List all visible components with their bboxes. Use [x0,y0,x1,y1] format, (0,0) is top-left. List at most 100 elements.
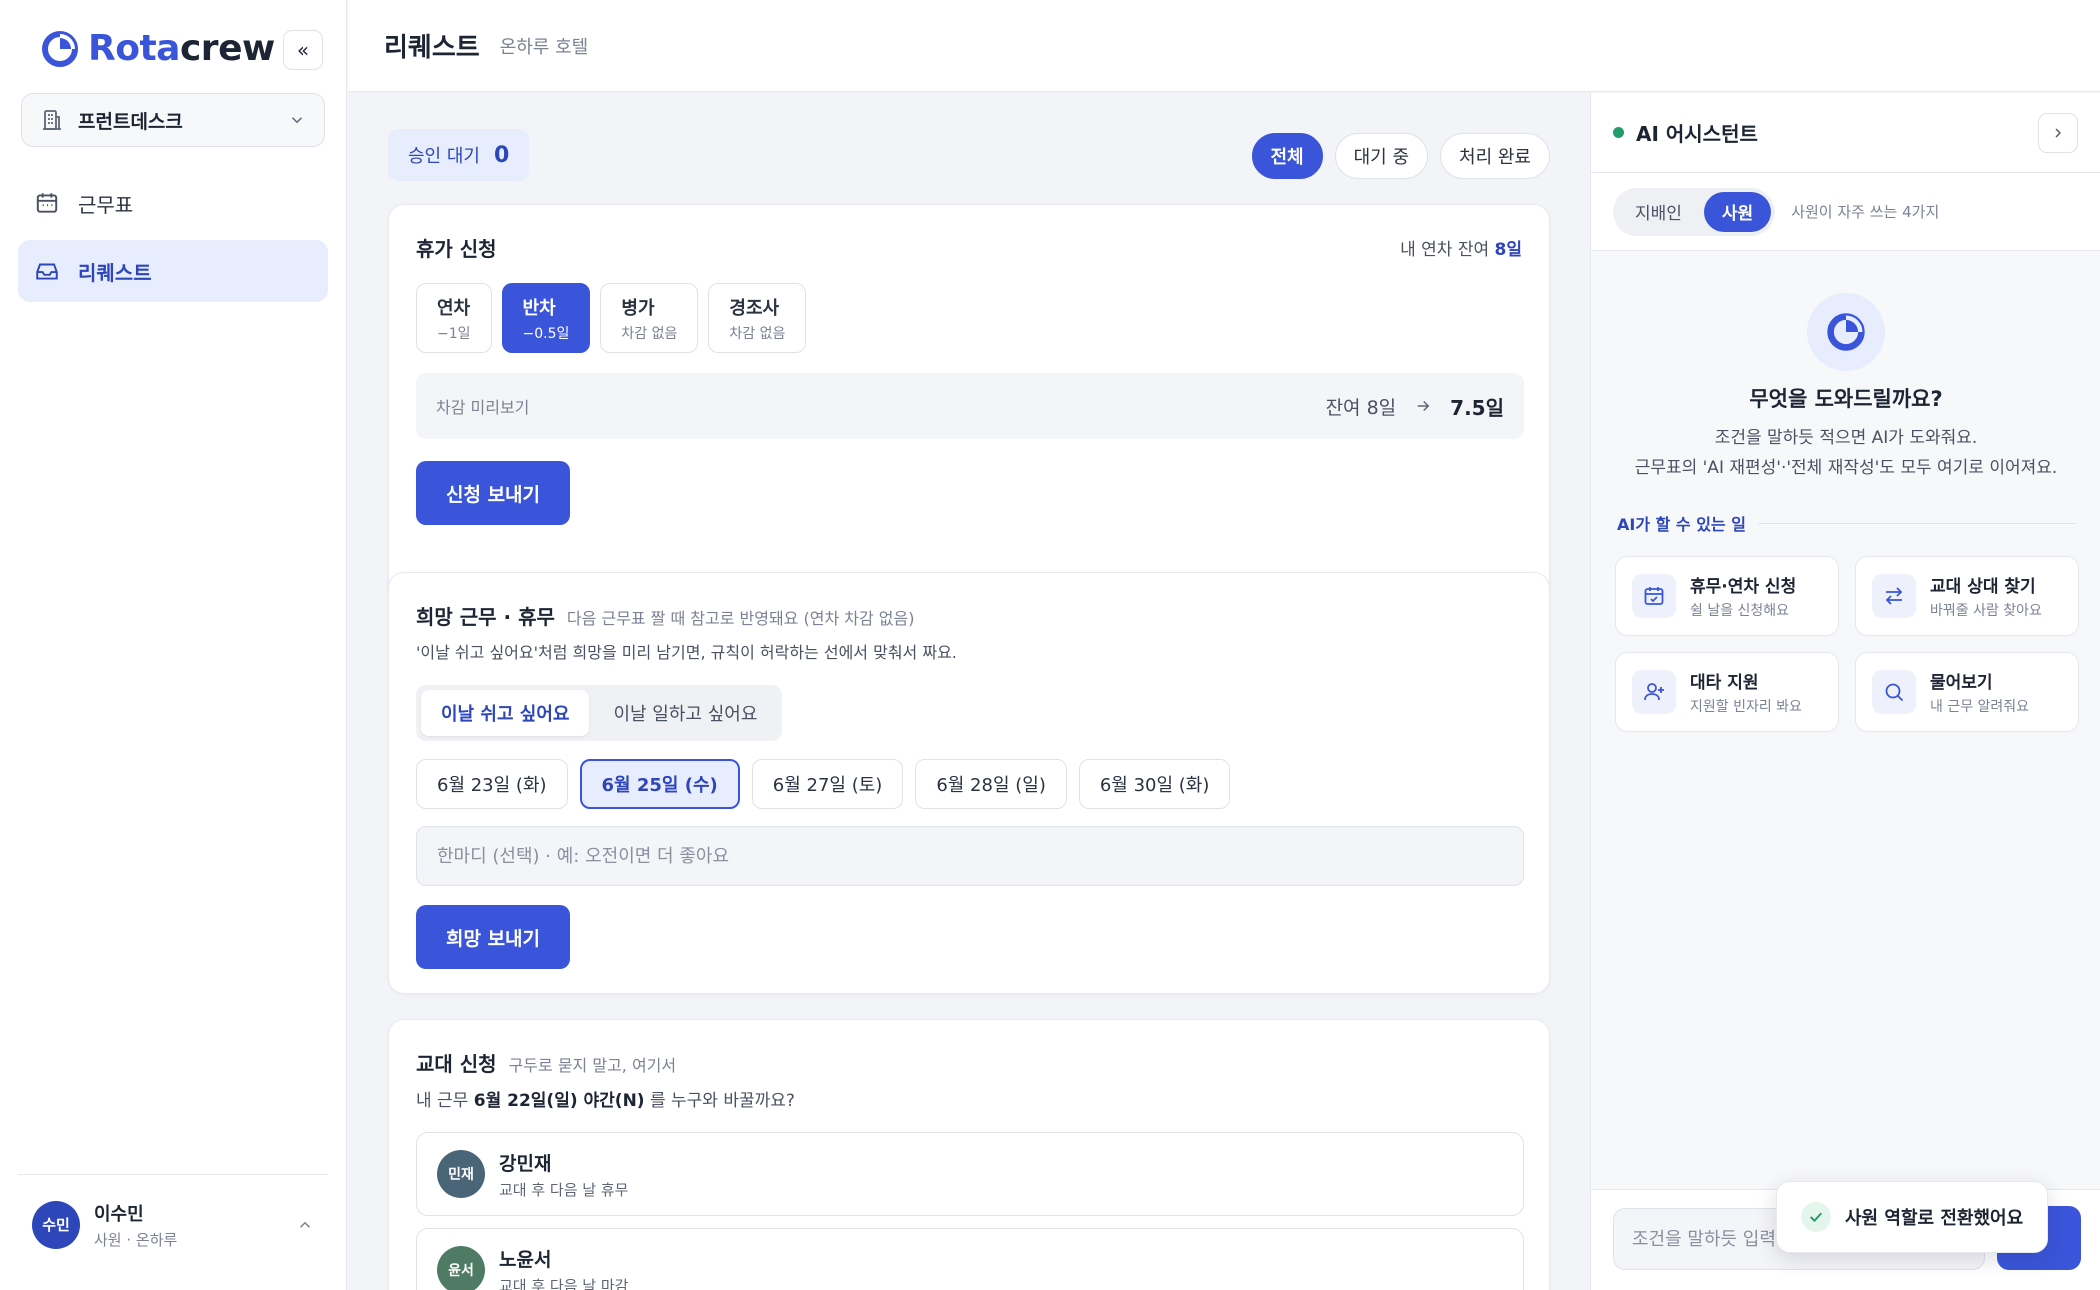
preview-label: 차감 미리보기 [436,398,530,417]
avatar: 민재 [437,1150,485,1198]
workspace-select[interactable]: 프런트데스크 [21,93,325,147]
status-filters: 전체 대기 중 처리 완료 [1251,133,1550,179]
preview-values: 잔여 8일 7.5일 [1325,395,1504,420]
swap-header: 교대 신청 구두로 묻지 말고, 여기서 [416,1048,676,1077]
pref-header: 희망 근무 · 휴무 다음 근무표 짤 때 참고로 반영돼요 (연차 차감 없음… [416,601,914,630]
candidate-name: 노윤서 [499,1248,552,1271]
calendar-icon [36,193,58,213]
date-chip[interactable]: 6월 30일 (화) [1078,759,1231,809]
ai-header: AI 어시스턴트 [1591,93,2100,173]
mode-day-off[interactable]: 이날 쉬고 싶어요 [421,690,590,736]
filter-pending[interactable]: 대기 중 [1334,133,1429,179]
user-name: 이수민 [94,1203,144,1225]
sidebar: Rotacrew « 프런트데스크 근무표 리퀘스트 수민 이수민 사원 · 온… [0,0,347,1290]
arrow-right-icon [1417,400,1430,412]
ai-assistant-panel: AI 어시스턴트 지배인 사원 사원이 자주 쓰는 4가지 무엇을 도와드릴까요… [1590,93,2100,1290]
role-bar: 지배인 사원 사원이 자주 쓰는 4가지 [1591,173,2100,251]
pref-mode-toggle: 이날 쉬고 싶어요 이날 일하고 싶어요 [416,685,783,741]
user-plus-icon [1644,683,1664,701]
leave-balance: 내 연차 잔여 8일 [1400,240,1522,260]
logo[interactable]: Rotacrew [40,28,275,69]
date-chip[interactable]: 6월 23일 (화) [416,759,568,809]
leave-type-half[interactable]: 반차 −0.5일 [501,283,591,353]
main-content: 승인 대기 0 전체 대기 중 처리 완료 휴가 신청 내 연차 잔여 8일 연… [348,93,1590,1290]
pref-dates: 6월 23일 (화) 6월 25일 (수) 6월 27일 (토) 6월 28일 … [416,759,1231,809]
ai-description: 조건을 말하듯 적으면 AI가 도와줘요. 근무표의 'AI 재편성'·'전체 … [1634,428,2058,478]
send-preference-button[interactable]: 희망 보내기 [416,905,571,969]
swap-candidate[interactable]: 윤서 노윤서 교대 후 다음 날 마감 [416,1228,1524,1290]
ai-title: AI 어시스턴트 [1636,122,1758,146]
comment-input[interactable] [416,826,1524,886]
pending-label: 승인 대기 [408,146,480,167]
divider [1757,522,2075,524]
tile-leave-request[interactable]: 휴무·연차 신청 쉴 날을 신청해요 [1615,556,1839,636]
role-staff[interactable]: 사원 [1703,191,1772,232]
tile-cover-shift[interactable]: 대타 지원 지원할 빈자리 봐요 [1615,652,1839,732]
role-manager[interactable]: 지배인 [1617,192,1700,232]
search-icon [1885,683,1904,702]
avatar: 윤서 [437,1246,485,1290]
rotacrew-logo-icon [1827,313,1865,351]
ai-capabilities-label: AI가 할 수 있는 일 [1617,511,2075,535]
page-header: 리퀘스트 온하루 호텔 [348,0,2100,92]
page-title: 리퀘스트 [384,33,480,63]
rotacrew-logo-icon [42,30,78,67]
check-icon [1801,1202,1831,1232]
date-chip[interactable]: 6월 27일 (토) [751,759,904,809]
pending-count: 0 [493,142,510,168]
leave-type-sick[interactable]: 병가 차감 없음 [600,283,699,353]
send-leave-button[interactable]: 신청 보내기 [416,461,571,525]
leave-type-family-event[interactable]: 경조사 차감 없음 [708,283,807,353]
pending-badge: 승인 대기 0 [388,129,530,181]
page-subtitle: 온하루 호텔 [499,36,589,58]
tile-ask[interactable]: 물어보기 내 근무 알려줘요 [1855,652,2079,732]
date-chip[interactable]: 6월 28일 (일) [915,759,1067,809]
collapse-sidebar-button[interactable]: « [283,30,323,70]
ai-heading: 무엇을 도와드릴까요? [1749,387,1943,411]
avatar: 수민 [32,1200,80,1249]
filter-done[interactable]: 처리 완료 [1440,133,1550,179]
candidate-desc: 교대 후 다음 날 마감 [499,1276,629,1290]
mode-day-work[interactable]: 이날 일하고 싶어요 [593,690,777,736]
building-icon [43,110,61,130]
tile-find-swap[interactable]: 교대 상대 찾기 바꿔줄 사람 찾아요 [1855,556,2079,636]
role-toggle: 지배인 사원 [1613,187,1776,236]
calendar-check-icon [1644,587,1664,605]
toast-message: 사원 역할로 전환했어요 [1845,1208,2024,1229]
nav-item-label: 리퀘스트 [78,260,152,285]
workspace-label: 프런트데스크 [78,110,183,133]
deduction-preview: 차감 미리보기 잔여 8일 7.5일 [416,373,1524,439]
role-hint: 사원이 자주 쓰는 4가지 [1791,203,1940,221]
logo-text: Rotacrew [88,28,275,69]
user-role: 사원 · 온하루 [94,1230,178,1249]
date-chip[interactable]: 6월 25일 (수) [579,759,740,809]
collapse-panel-button[interactable] [2038,112,2078,153]
swap-request-card: 교대 신청 구두로 묻지 말고, 여기서 내 근무 6월 22일(일) 야간(N… [388,1019,1550,1290]
chevron-down-icon [291,117,303,124]
leave-type-annual[interactable]: 연차 −1일 [416,283,492,353]
user-info: 이수민 사원 · 온하루 [94,1200,177,1250]
card-title: 휴가 신청 [416,237,497,261]
leave-types: 연차 −1일 반차 −0.5일 병가 차감 없음 경조사 차감 없음 [416,283,807,353]
toast-notification: 사원 역할로 전환했어요 [1776,1181,2049,1253]
user-menu[interactable]: 수민 이수민 사원 · 온하루 [18,1174,328,1274]
inbox-icon [36,263,58,280]
ai-logo [1807,293,1885,371]
card-subtitle: 구두로 묻지 말고, 여기서 [508,1056,677,1075]
nav-item-label: 근무표 [78,192,134,217]
candidate-name: 강민재 [499,1152,552,1175]
swap-arrows-icon [1885,587,1903,605]
nav-item-requests[interactable]: 리퀘스트 [18,240,328,302]
leave-request-card: 휴가 신청 내 연차 잔여 8일 연차 −1일 반차 −0.5일 병가 차감 없음 경… [388,204,1550,598]
nav-item-schedule[interactable]: 근무표 [18,172,328,234]
chevron-up-icon [299,1221,311,1228]
ai-action-tiles: 휴무·연차 신청 쉴 날을 신청해요 교대 상대 찾기 바꿔줄 사람 찾아요 대타 … [1615,556,2079,732]
chevron-right-icon [2055,128,2061,137]
pref-description: '이날 쉬고 싶어요'처럼 희망을 미리 남기면, 규칙이 허락하는 선에서 맞… [416,643,957,662]
candidate-desc: 교대 후 다음 날 휴무 [499,1180,629,1199]
swap-candidate[interactable]: 민재 강민재 교대 후 다음 날 휴무 [416,1132,1524,1216]
filter-all[interactable]: 전체 [1251,133,1323,179]
card-title: 희망 근무 · 휴무 [416,605,555,629]
card-subtitle: 다음 근무표 짤 때 참고로 반영돼요 (연차 차감 없음) [566,609,915,628]
card-title: 교대 신청 [416,1052,497,1076]
